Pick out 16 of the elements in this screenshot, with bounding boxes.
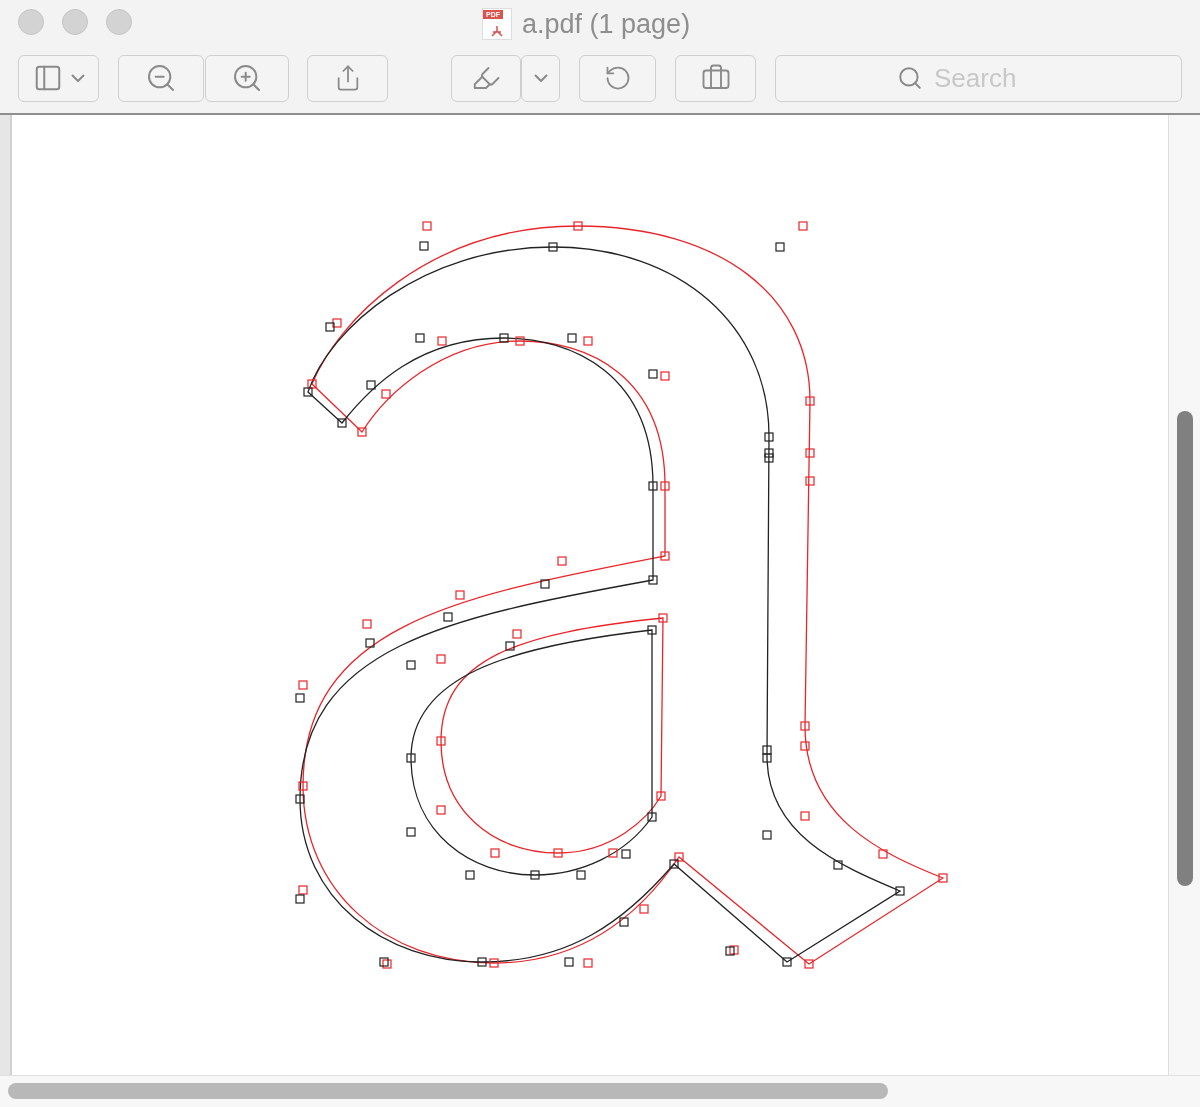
- window-control-icon[interactable]: [62, 8, 88, 35]
- zoom-out-button[interactable]: [118, 54, 204, 102]
- horizontal-scrollbar-thumb[interactable]: [8, 1083, 888, 1100]
- sidebar-button[interactable]: [18, 54, 99, 102]
- toolbox-button[interactable]: [675, 54, 756, 102]
- markup-menu-button[interactable]: [521, 54, 560, 102]
- window-control-icon[interactable]: [18, 8, 44, 35]
- markup-button[interactable]: [451, 54, 521, 102]
- rotate-button[interactable]: [579, 54, 656, 102]
- window-control-icon[interactable]: [106, 8, 132, 35]
- zoom-in-button[interactable]: [205, 54, 289, 102]
- chevron-down-icon: [533, 74, 548, 83]
- vertical-scrollbar-thumb[interactable]: [1176, 410, 1193, 886]
- chevron-down-icon: [70, 74, 85, 83]
- share-button[interactable]: [307, 54, 388, 102]
- window-title: a.pdf (1 page): [522, 8, 691, 40]
